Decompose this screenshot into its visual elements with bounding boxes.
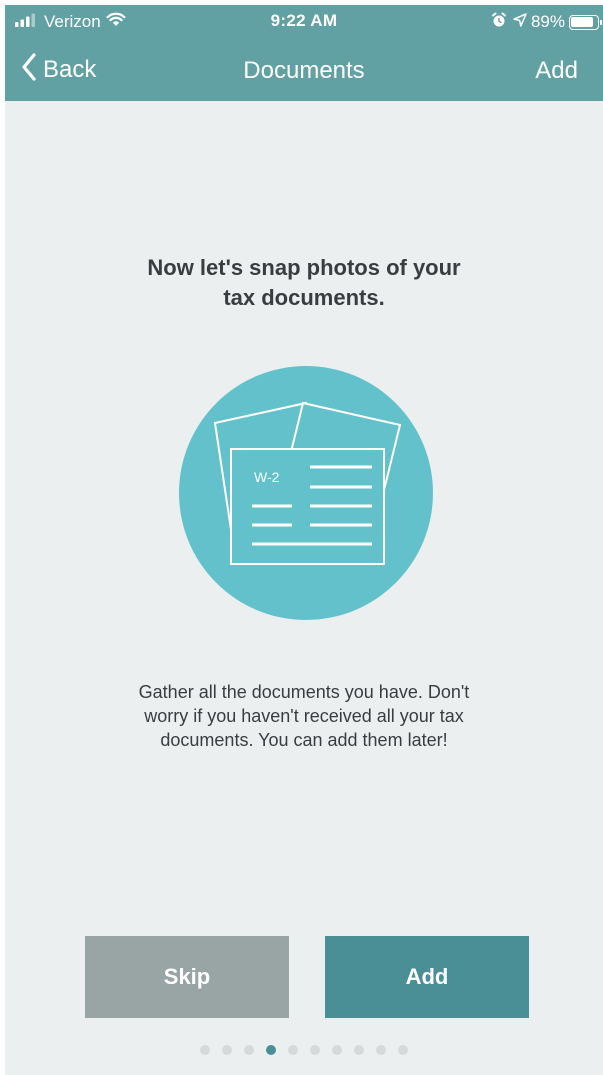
location-icon	[513, 12, 527, 32]
w2-label: W-2	[254, 469, 280, 485]
page-dot	[398, 1045, 408, 1055]
page-dot	[332, 1045, 342, 1055]
battery-percent: 89%	[530, 12, 565, 31]
page-dot	[222, 1045, 232, 1055]
skip-button[interactable]: Skip	[85, 936, 289, 1018]
headline-line: tax documents.	[223, 285, 385, 310]
page-dot	[288, 1045, 298, 1055]
page-dot	[244, 1045, 254, 1055]
alarm-icon	[491, 12, 507, 33]
navigation-bar: Back Documents Add	[5, 45, 603, 95]
header: Verizon 9:22 AM 89% Back Documents Add	[5, 5, 603, 101]
page-dot	[310, 1045, 320, 1055]
description-line: documents. You can add them later!	[160, 730, 448, 750]
page-dot	[200, 1045, 210, 1055]
page-dot	[354, 1045, 364, 1055]
nav-add-button[interactable]: Add	[535, 57, 578, 85]
documents-screen: Verizon 9:22 AM 89% Back Documents Add N…	[5, 5, 603, 1075]
page-indicator	[5, 1045, 603, 1055]
description-line: worry if you haven't received all your t…	[144, 706, 464, 726]
page-title: Documents	[243, 57, 365, 84]
page-dot	[376, 1045, 386, 1055]
battery-level	[571, 16, 594, 27]
headline: Now let's snap photos of your tax docume…	[104, 253, 504, 313]
headline-line: Now let's snap photos of your	[147, 255, 461, 280]
battery-icon	[569, 14, 602, 30]
tax-documents-illustration: W-2	[178, 365, 434, 621]
page-dot-active	[266, 1045, 276, 1055]
description-line: Gather all the documents you have. Don't	[138, 682, 470, 702]
status-bar: Verizon 9:22 AM 89%	[5, 5, 603, 39]
status-right: 89%	[491, 11, 602, 33]
description: Gather all the documents you have. Don't…	[84, 680, 524, 752]
add-button[interactable]: Add	[325, 936, 529, 1018]
